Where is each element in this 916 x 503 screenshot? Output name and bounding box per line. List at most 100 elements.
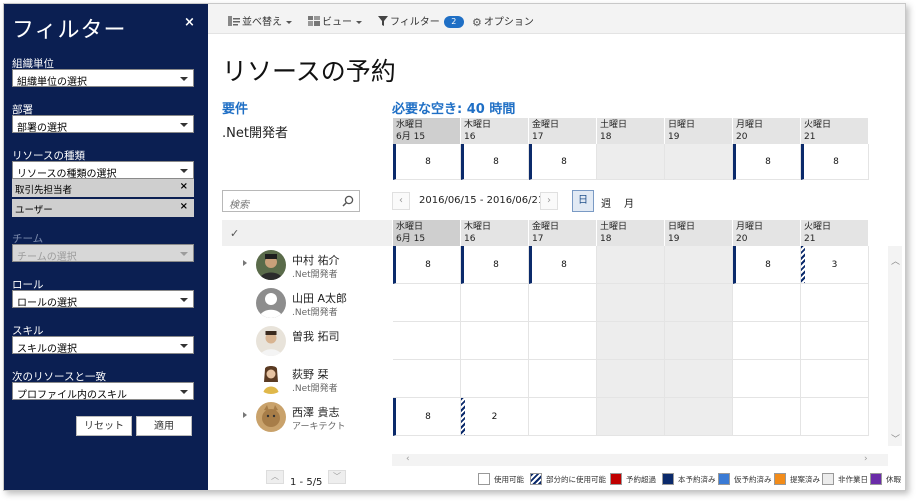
check-icon[interactable]: ✓ — [230, 227, 239, 240]
schedule-cell[interactable]: 8 — [529, 246, 597, 284]
schedule-cell[interactable]: 2 — [461, 398, 529, 436]
skill-select[interactable]: スキルの選択 — [12, 336, 194, 355]
chevron-right-icon[interactable] — [243, 412, 247, 418]
chevron-down-icon[interactable]: ﹀ — [891, 432, 900, 445]
match-select[interactable]: プロファイル内のスキル — [12, 382, 194, 401]
pager-text: 1 - 5/5 — [290, 477, 323, 488]
schedule-cell[interactable] — [461, 284, 529, 322]
schedule-cell[interactable] — [597, 246, 665, 284]
reset-button[interactable]: リセット — [76, 416, 132, 436]
vertical-scrollbar[interactable]: ︿ ﹀ — [888, 246, 902, 446]
filter-button[interactable]: フィルター 2 — [378, 13, 464, 29]
schedule-cell[interactable] — [393, 284, 461, 322]
schedule-cell[interactable]: 8 — [393, 144, 461, 180]
schedule-cell[interactable]: 8 — [461, 246, 529, 284]
legend-label: 部分的に使用可能 — [546, 475, 606, 484]
resource-row[interactable]: 曽我 拓司 — [222, 322, 392, 360]
search-icon[interactable] — [342, 195, 354, 207]
resource-row[interactable]: 荻野 栞 .Net開発者 — [222, 360, 392, 398]
cell-hours: 2 — [491, 411, 498, 422]
horizontal-scrollbar[interactable]: ‹ › — [392, 454, 888, 466]
schedule-cell[interactable] — [733, 284, 801, 322]
schedule-cell[interactable] — [665, 398, 733, 436]
schedule-cell[interactable] — [529, 398, 597, 436]
schedule-cell[interactable] — [461, 360, 529, 398]
view-button[interactable]: ビュー — [308, 13, 362, 29]
schedule-cell[interactable]: 8 — [393, 398, 461, 436]
schedule-cell[interactable] — [529, 322, 597, 360]
schedule-cell[interactable] — [733, 360, 801, 398]
schedule-cell[interactable] — [665, 360, 733, 398]
view-week-button[interactable]: 週 — [601, 195, 611, 210]
chevron-left-icon[interactable]: ‹ — [392, 192, 410, 210]
chevron-up-icon[interactable]: ︿ — [891, 254, 900, 267]
resource-row[interactable]: 西澤 貴志 アーキテクト — [222, 398, 392, 436]
schedule-cell[interactable]: 3 — [801, 246, 869, 284]
funnel-icon — [378, 15, 388, 29]
schedule-cell[interactable]: 8 — [733, 246, 801, 284]
cell-hours: 8 — [493, 259, 499, 270]
cell-hours: 8 — [765, 259, 771, 270]
schedule-cell[interactable]: 8 — [461, 144, 529, 180]
close-icon[interactable]: × — [184, 15, 195, 30]
search-input[interactable]: 検索 — [222, 190, 360, 212]
chevron-right-icon[interactable] — [243, 260, 247, 266]
schedule-cell[interactable] — [665, 284, 733, 322]
requirement-value: .Net開発者 — [222, 126, 288, 141]
page-title: リソースの予約 — [222, 57, 396, 86]
schedule-cell[interactable] — [529, 284, 597, 322]
view-day-button[interactable]: 日 — [572, 190, 594, 212]
schedule-cell[interactable]: 8 — [393, 246, 461, 284]
schedule-cell[interactable]: 8 — [733, 144, 801, 180]
dept-select[interactable]: 部署の選択 — [12, 115, 194, 134]
schedule-cell[interactable]: 8 — [529, 144, 597, 180]
schedule-cell[interactable] — [801, 284, 869, 322]
view-month-button[interactable]: 月 — [624, 195, 634, 210]
schedule-cell[interactable] — [393, 360, 461, 398]
day-of-week: 日曜日 — [668, 120, 696, 130]
remove-tag-icon[interactable]: × — [180, 201, 188, 212]
legend-swatch — [610, 473, 622, 485]
chevron-up-icon[interactable]: ︿ — [266, 470, 284, 484]
schedule-cell[interactable] — [393, 322, 461, 360]
schedule-cell[interactable] — [597, 360, 665, 398]
chevron-left-icon[interactable]: ‹ — [406, 454, 410, 464]
sort-button[interactable]: 並べ替え — [228, 13, 292, 29]
schedule-cell[interactable] — [733, 322, 801, 360]
schedule-cell[interactable] — [801, 360, 869, 398]
day-header: 日曜日 19 — [665, 118, 733, 144]
day-date: 6月 15 — [396, 132, 426, 142]
chevron-right-icon[interactable]: › — [540, 192, 558, 210]
schedule-cell[interactable] — [801, 398, 869, 436]
options-button[interactable]: ⚙ オプション — [472, 13, 534, 29]
resource-name: 中村 祐介 — [292, 254, 340, 267]
role-select[interactable]: ロールの選択 — [12, 290, 194, 309]
schedule-cell[interactable] — [597, 322, 665, 360]
schedule-cell[interactable] — [529, 360, 597, 398]
tag-label: 取引先担当者 — [15, 185, 73, 196]
day-date: 16 — [464, 234, 476, 244]
schedule-cell[interactable] — [665, 144, 733, 180]
org-select[interactable]: 組織単位の選択 — [12, 69, 194, 88]
resource-row[interactable]: 山田 A太郎 .Net開発者 — [222, 284, 392, 322]
schedule-cell[interactable] — [461, 322, 529, 360]
schedule-cell[interactable] — [597, 398, 665, 436]
day-of-week: 水曜日 — [396, 222, 424, 232]
resource-role: アーキテクト — [292, 422, 346, 432]
schedule-cell[interactable] — [733, 398, 801, 436]
schedule-cell[interactable] — [597, 144, 665, 180]
resource-type-select[interactable]: リソースの種類の選択 — [12, 161, 194, 180]
remove-tag-icon[interactable]: × — [180, 181, 188, 192]
day-header: 土曜日 18 — [597, 220, 665, 246]
schedule-cell[interactable] — [801, 322, 869, 360]
apply-button[interactable]: 適用 — [136, 416, 192, 436]
chevron-down-icon[interactable]: ﹀ — [328, 470, 346, 484]
schedule-cell[interactable]: 8 — [801, 144, 869, 180]
cell-hours: 8 — [425, 411, 431, 422]
schedule-cell[interactable] — [665, 246, 733, 284]
chevron-right-icon[interactable]: › — [864, 454, 868, 464]
resource-row[interactable]: 中村 祐介 .Net開発者 — [222, 246, 392, 284]
schedule-cell[interactable] — [665, 322, 733, 360]
schedule-cell[interactable] — [597, 284, 665, 322]
day-date: 19 — [668, 132, 680, 142]
